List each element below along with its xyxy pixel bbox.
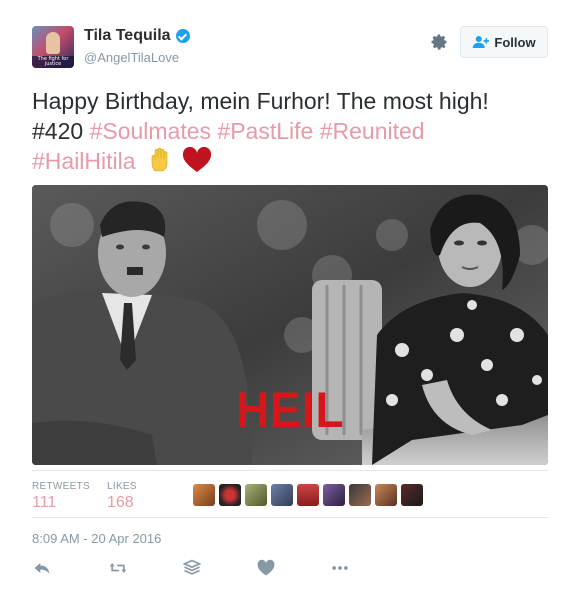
- divider-top: [32, 470, 548, 471]
- liker-avatar[interactable]: [401, 484, 423, 506]
- author-avatar[interactable]: The fight for justice: [32, 26, 74, 68]
- likes-count[interactable]: 168: [107, 494, 134, 512]
- follow-label: Follow: [494, 34, 536, 50]
- tweet-text-number-tag: #420: [32, 118, 84, 144]
- hashtag-pastlife[interactable]: #PastLife: [217, 118, 313, 144]
- hashtag-reunited[interactable]: #Reunited: [320, 118, 425, 144]
- add-to-moment-icon[interactable]: [182, 558, 202, 578]
- retweets-label[interactable]: RETWEETS: [32, 481, 90, 492]
- tweet-timestamp[interactable]: 8:09 AM - 20 Apr 2016: [32, 531, 161, 546]
- retweet-icon[interactable]: [108, 558, 128, 578]
- image-overlay-text: HEIL: [236, 382, 345, 438]
- liker-avatars: [193, 484, 427, 506]
- hashtag-soulmates[interactable]: #Soulmates: [90, 118, 211, 144]
- liker-avatar[interactable]: [349, 484, 371, 506]
- hashtag-hailhitila[interactable]: #HailHitila: [32, 148, 136, 174]
- author-handle[interactable]: @AngelTilaLove: [84, 50, 179, 65]
- like-icon[interactable]: [256, 558, 276, 578]
- tweet-card: The fight for justice Tila Tequila @Ange…: [0, 0, 580, 598]
- more-icon[interactable]: [330, 558, 350, 578]
- retweets-count[interactable]: 111: [32, 494, 56, 512]
- avatar-caption: The fight for justice: [37, 56, 69, 67]
- avatar-figure: [46, 32, 60, 54]
- liker-avatar[interactable]: [271, 484, 293, 506]
- liker-avatar[interactable]: [219, 484, 241, 506]
- liker-avatar[interactable]: [297, 484, 319, 506]
- liker-avatar[interactable]: [193, 484, 215, 506]
- tweet-photo[interactable]: HEIL: [32, 185, 548, 465]
- tweet-actions: [32, 558, 432, 580]
- author-name-row[interactable]: Tila Tequila: [84, 27, 190, 45]
- divider-bottom: [32, 517, 548, 518]
- liker-avatar[interactable]: [245, 484, 267, 506]
- likes-label[interactable]: LIKES: [107, 481, 137, 492]
- liker-avatar[interactable]: [375, 484, 397, 506]
- tweet-text-line-1: Happy Birthday, mein Furhor! The most hi…: [32, 88, 489, 114]
- liker-avatar[interactable]: [323, 484, 345, 506]
- verified-badge-icon: [175, 29, 190, 43]
- gear-icon[interactable]: [429, 32, 449, 52]
- author-name[interactable]: Tila Tequila: [84, 27, 171, 45]
- tweet-text: Happy Birthday, mein Furhor! The most hi…: [32, 86, 552, 176]
- reply-icon[interactable]: [32, 558, 52, 578]
- follow-user-icon: [473, 36, 490, 48]
- raised-hand-icon: [151, 147, 168, 172]
- follow-button[interactable]: Follow: [460, 26, 548, 58]
- red-heart-icon: [183, 147, 212, 172]
